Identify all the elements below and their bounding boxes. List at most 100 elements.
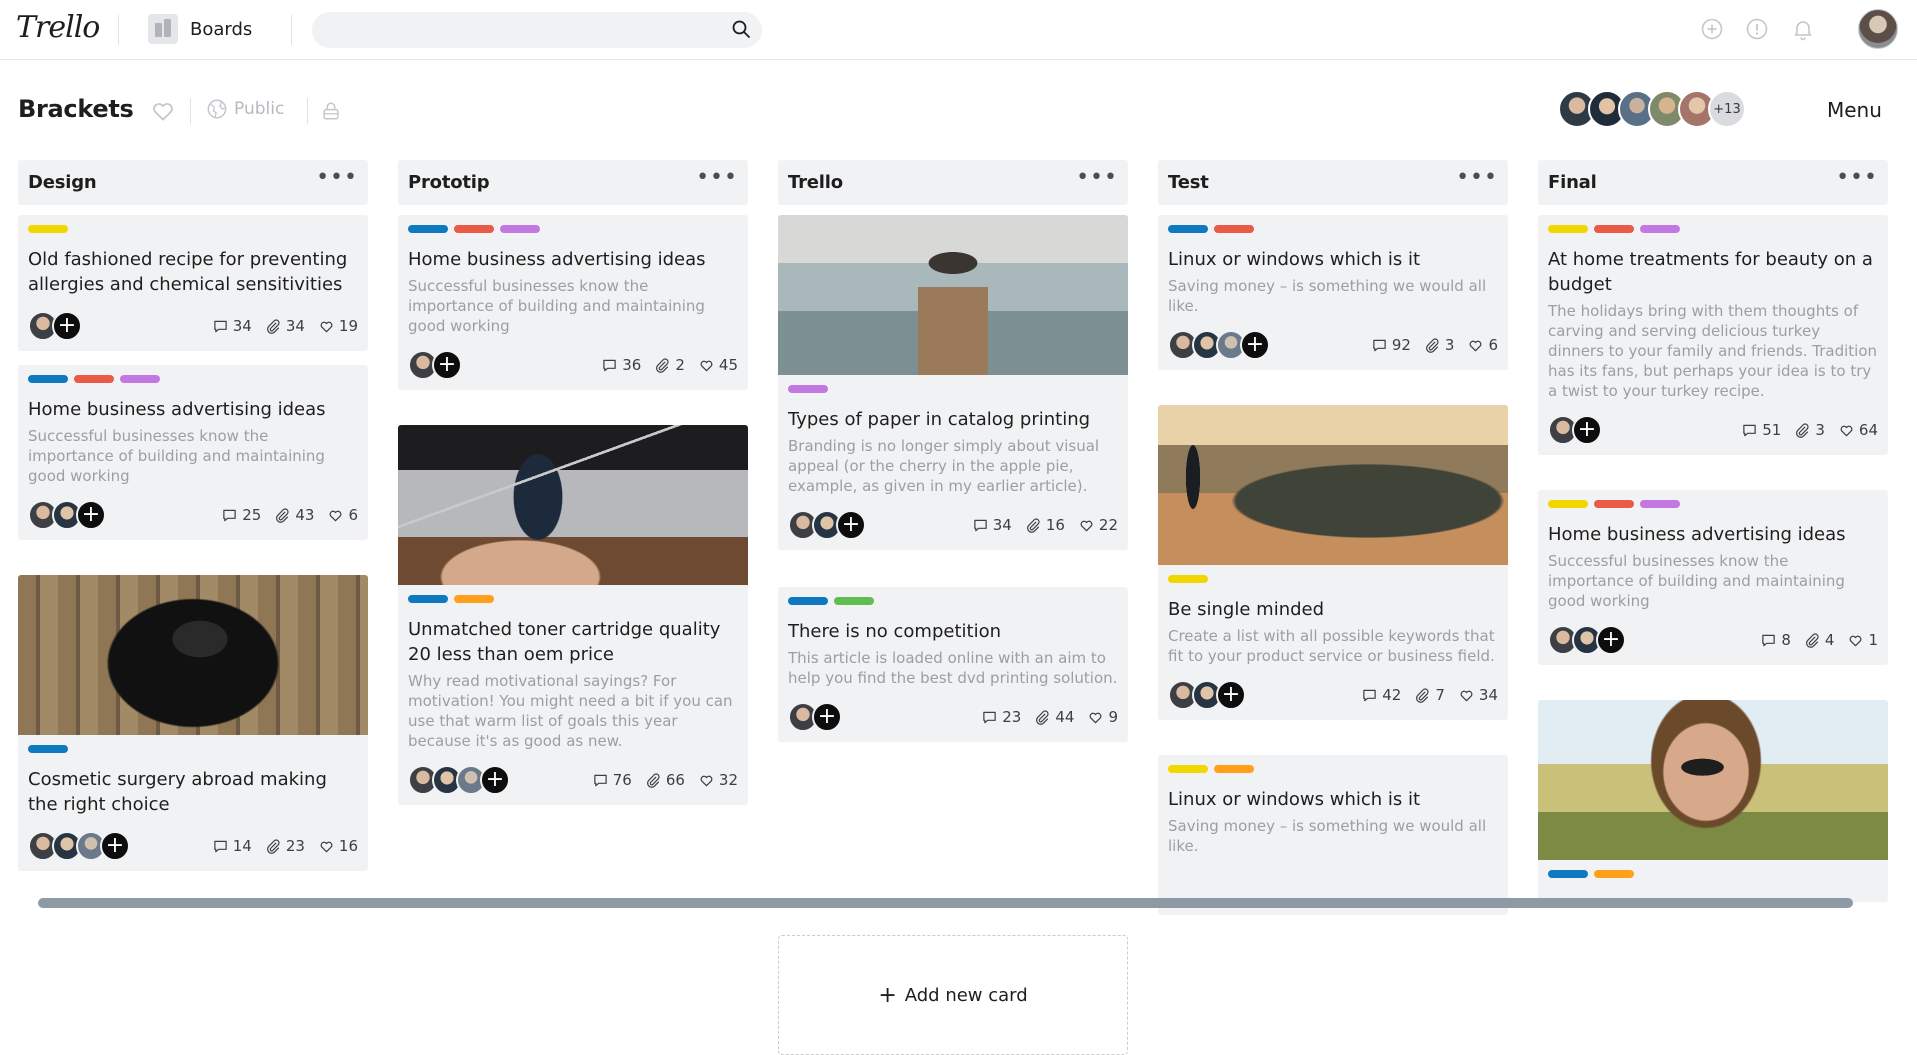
add-new-card-button[interactable]: + Add new card	[778, 935, 1128, 1055]
card[interactable]: Unmatched toner cartridge quality 20 les…	[398, 425, 748, 805]
comments-count[interactable]: 8	[1761, 631, 1791, 649]
visibility-button[interactable]: Public	[206, 98, 284, 120]
label-red[interactable]	[74, 375, 114, 383]
card[interactable]: Linux or windows which is it Saving money…	[1158, 215, 1508, 370]
label-purple[interactable]	[1640, 225, 1680, 233]
list-menu-icon[interactable]: •••	[316, 166, 358, 193]
comments-count[interactable]: 92	[1372, 336, 1411, 354]
label-orange[interactable]	[454, 595, 494, 603]
attachments-count[interactable]: 34	[266, 317, 305, 335]
list-title[interactable]: Trello	[788, 172, 843, 193]
attachments-count[interactable]: 66	[646, 771, 685, 789]
attachments-count[interactable]: 4	[1805, 631, 1834, 649]
add-member-button[interactable]: +	[1596, 625, 1626, 655]
list-menu-icon[interactable]: •••	[1456, 166, 1498, 193]
attachments-count[interactable]: 7	[1415, 686, 1445, 704]
add-member-button[interactable]: +	[836, 510, 866, 540]
search-input[interactable]	[312, 12, 762, 48]
label-red[interactable]	[1594, 225, 1634, 233]
likes-count[interactable]: 6	[328, 506, 358, 524]
label-purple[interactable]	[1640, 500, 1680, 508]
likes-count[interactable]: 64	[1839, 421, 1878, 439]
favorite-heart-icon[interactable]	[150, 98, 176, 124]
comments-count[interactable]: 36	[602, 356, 641, 374]
card[interactable]: At home treatments for beauty on a budge…	[1538, 215, 1888, 455]
likes-count[interactable]: 16	[319, 837, 358, 855]
likes-count[interactable]: 22	[1079, 516, 1118, 534]
attachments-count[interactable]: 3	[1425, 336, 1454, 354]
likes-count[interactable]: 1	[1848, 631, 1878, 649]
comments-count[interactable]: 51	[1742, 421, 1781, 439]
attachments-count[interactable]: 2	[655, 356, 685, 374]
menu-button[interactable]: Menu	[1827, 98, 1882, 122]
list-title[interactable]: Prototip	[408, 172, 490, 193]
card[interactable]: Home business advertising ideas Successfu…	[398, 215, 748, 390]
add-member-button[interactable]: +	[432, 350, 462, 380]
add-member-button[interactable]: +	[100, 831, 130, 861]
list-title[interactable]: Test	[1168, 172, 1209, 193]
likes-count[interactable]: 45	[699, 356, 738, 374]
add-member-button[interactable]: +	[1216, 680, 1246, 710]
list-menu-icon[interactable]: •••	[1836, 166, 1878, 193]
card[interactable]: Home business advertising ideas Successfu…	[1538, 490, 1888, 665]
list-title[interactable]: Final	[1548, 172, 1597, 193]
label-red[interactable]	[454, 225, 494, 233]
label-blue[interactable]	[1548, 870, 1588, 878]
label-yellow[interactable]	[1168, 765, 1208, 773]
label-orange[interactable]	[1594, 870, 1634, 878]
add-member-button[interactable]: +	[76, 500, 106, 530]
likes-count[interactable]: 19	[319, 317, 358, 335]
search-icon[interactable]	[731, 19, 751, 39]
label-blue[interactable]	[28, 375, 68, 383]
label-blue[interactable]	[408, 595, 448, 603]
add-member-button[interactable]: +	[1240, 330, 1270, 360]
board-members[interactable]: +13	[1558, 90, 1746, 128]
list-menu-icon[interactable]: •••	[1076, 166, 1118, 193]
attachments-count[interactable]: 16	[1026, 516, 1065, 534]
label-blue[interactable]	[408, 225, 448, 233]
add-member-button[interactable]: +	[1572, 415, 1602, 445]
label-purple[interactable]	[120, 375, 160, 383]
horizontal-scrollbar[interactable]	[38, 898, 1853, 908]
card[interactable]: Types of paper in catalog printing Brandi…	[778, 215, 1128, 550]
label-yellow[interactable]	[1548, 500, 1588, 508]
add-member-button[interactable]: +	[52, 311, 82, 341]
label-yellow[interactable]	[28, 225, 68, 233]
boards-button[interactable]: Boards	[148, 14, 252, 44]
card[interactable]: Old fashioned recipe for preventing alle…	[18, 215, 368, 351]
label-purple[interactable]	[500, 225, 540, 233]
card[interactable]: Cosmetic surgery abroad making the right…	[18, 575, 368, 871]
comments-count[interactable]: 14	[213, 837, 252, 855]
add-icon[interactable]	[1700, 17, 1724, 41]
card[interactable]: Linux or windows which is it Saving money…	[1158, 755, 1508, 915]
label-green[interactable]	[834, 597, 874, 605]
members-more-count[interactable]: +13	[1708, 90, 1746, 128]
label-red[interactable]	[1214, 225, 1254, 233]
label-yellow[interactable]	[1548, 225, 1588, 233]
attachments-count[interactable]: 43	[275, 506, 314, 524]
comments-count[interactable]: 34	[973, 516, 1012, 534]
likes-count[interactable]: 6	[1468, 336, 1498, 354]
label-blue[interactable]	[28, 745, 68, 753]
trello-logo[interactable]: Trello	[16, 10, 100, 45]
label-yellow[interactable]	[1168, 575, 1208, 583]
attachments-count[interactable]: 23	[266, 837, 305, 855]
likes-count[interactable]: 34	[1459, 686, 1498, 704]
label-blue[interactable]	[788, 597, 828, 605]
label-orange[interactable]	[1214, 765, 1254, 773]
add-member-button[interactable]: +	[480, 765, 510, 795]
comments-count[interactable]: 34	[213, 317, 252, 335]
likes-count[interactable]: 9	[1088, 708, 1118, 726]
card[interactable]: Be single minded Create a list with all p…	[1158, 405, 1508, 720]
comments-count[interactable]: 23	[982, 708, 1021, 726]
list-title[interactable]: Design	[28, 172, 97, 193]
label-purple[interactable]	[788, 385, 828, 393]
card[interactable]: Home business advertising ideas Successfu…	[18, 365, 368, 540]
user-avatar[interactable]	[1858, 9, 1898, 49]
info-icon[interactable]	[1745, 17, 1769, 41]
label-red[interactable]	[1594, 500, 1634, 508]
comments-count[interactable]: 25	[222, 506, 261, 524]
add-member-button[interactable]: +	[812, 702, 842, 732]
card[interactable]: There is no competition This article is l…	[778, 587, 1128, 742]
attachments-count[interactable]: 44	[1035, 708, 1074, 726]
